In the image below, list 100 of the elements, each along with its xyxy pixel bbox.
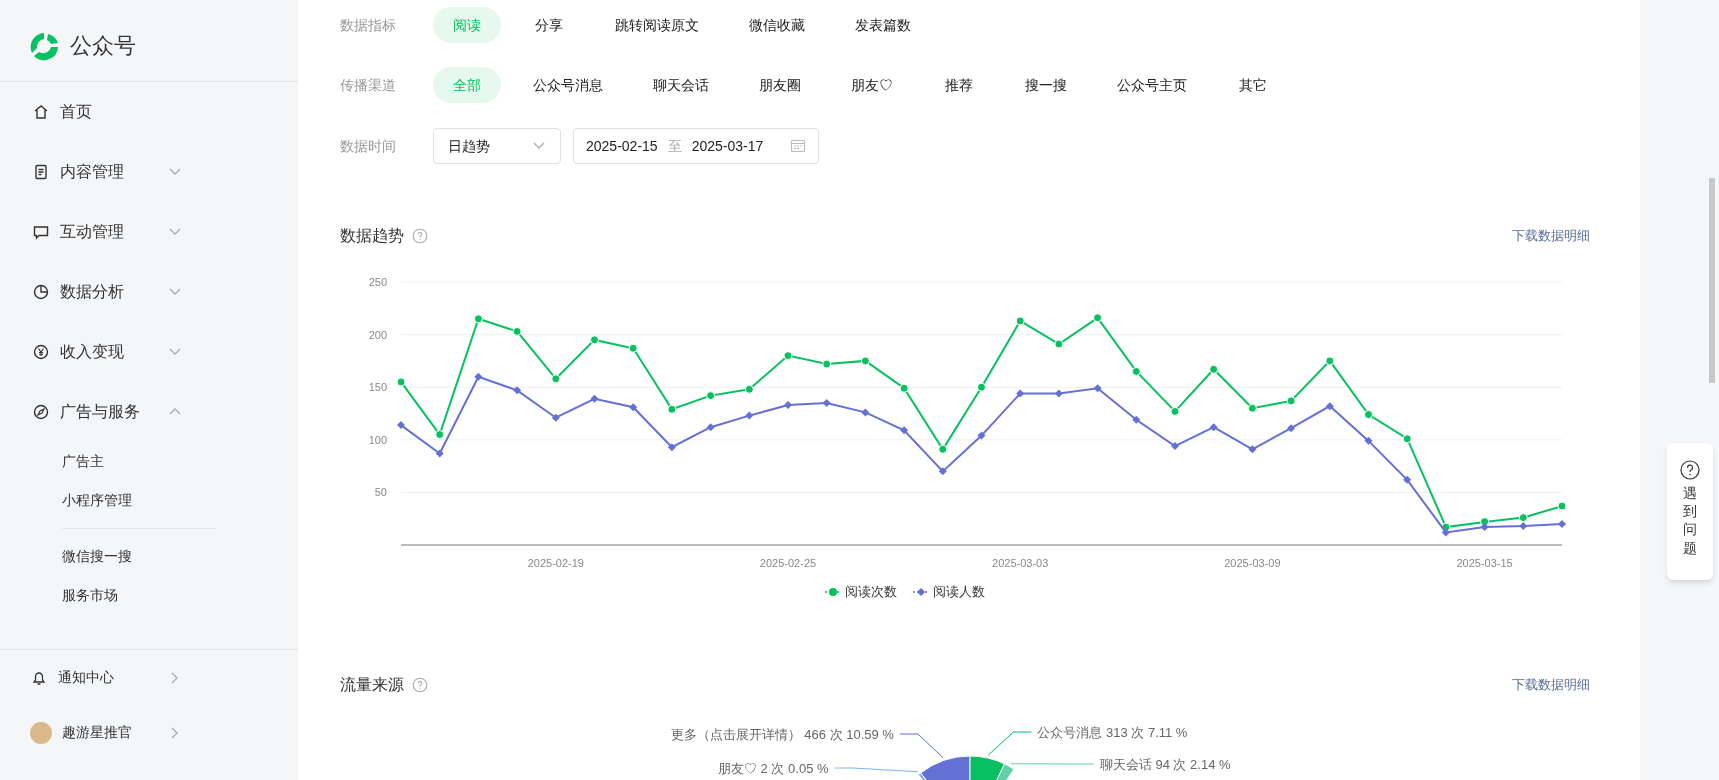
filter-option[interactable]: 微信收藏 [731, 7, 823, 43]
logo-icon [28, 30, 60, 61]
data-point [512, 326, 522, 336]
data-point [1054, 389, 1063, 398]
filter-option[interactable]: 分享 [515, 7, 583, 43]
speech-bubble-icon [32, 223, 50, 241]
data-point [744, 384, 754, 394]
legend-marker-icon [825, 585, 841, 598]
data-point [1441, 528, 1450, 537]
filter-option[interactable]: 聊天会话 [635, 67, 727, 103]
nav-item[interactable]: 通知中心 [0, 650, 298, 705]
filter-label: 数据指标 [340, 15, 397, 35]
section-title: 数据趋势 [340, 226, 404, 246]
help-icon [1680, 460, 1700, 480]
filter-option[interactable]: 跳转阅读原文 [597, 7, 717, 43]
data-point [977, 431, 986, 440]
data-point [435, 430, 445, 440]
data-point [590, 335, 599, 345]
data-point [1171, 442, 1179, 451]
data-point [1325, 356, 1335, 366]
data-point [706, 423, 715, 432]
filter-option[interactable]: 搜一搜 [1007, 67, 1085, 103]
leader-line [899, 733, 944, 758]
nav-subitem[interactable]: 微信搜一搜 [0, 537, 140, 576]
data-point [1364, 436, 1373, 445]
filter-option[interactable]: 推荐 [925, 67, 993, 103]
nav-subitem[interactable]: 广告主 [0, 442, 112, 481]
data-point [1054, 339, 1064, 349]
y-tick-label: 200 [368, 328, 387, 341]
download-link[interactable]: 下载数据明细 [1512, 226, 1590, 246]
nav-item[interactable]: 收入变现 [0, 322, 298, 382]
y-tick-label: 50 [374, 486, 387, 499]
data-point [1518, 513, 1528, 523]
x-tick-label: 2025-03-03 [992, 557, 1049, 569]
data-point [822, 359, 832, 369]
nav-item[interactable]: 趣游星推官 [0, 705, 298, 760]
filter-option[interactable]: 公众号主页 [1099, 67, 1205, 103]
filter-option[interactable]: 朋友♡ [833, 67, 911, 103]
y-tick-label: 250 [368, 276, 387, 288]
filter-option[interactable]: 公众号消息 [515, 67, 621, 103]
data-point [1248, 445, 1257, 454]
nav-subitem[interactable]: 小程序管理 [0, 481, 140, 520]
logo-text: 公众号 [70, 32, 136, 60]
y-tick-label: 150 [368, 381, 387, 394]
data-point [1403, 475, 1412, 484]
data-point [783, 351, 793, 361]
data-point [1557, 501, 1567, 511]
compass-icon [32, 403, 50, 421]
data-point [590, 394, 599, 403]
data-point [667, 404, 677, 414]
traffic-source-label[interactable]: 公众号消息 313 次 7.11 % [1037, 722, 1188, 742]
data-point [1480, 523, 1489, 532]
data-point [1170, 406, 1180, 416]
scrollbar-thumb[interactable] [1709, 178, 1715, 383]
trend-dropdown[interactable]: 日趋势 [433, 128, 561, 164]
traffic-source-label[interactable]: 朋友♡ 2 次 0.05 % [718, 758, 829, 778]
data-point [1364, 410, 1373, 420]
download-link[interactable]: 下载数据明细 [1512, 674, 1590, 695]
data-point [628, 343, 638, 353]
data-point [474, 372, 483, 381]
data-point [977, 382, 986, 392]
data-point [1016, 389, 1025, 398]
y-tick-label: 100 [368, 433, 387, 446]
filter-option[interactable]: 发表篇数 [837, 7, 929, 43]
filter-option[interactable]: 其它 [1219, 67, 1287, 103]
home-icon [32, 103, 50, 121]
data-point [822, 399, 831, 407]
data-point [551, 413, 560, 422]
x-tick-label: 2025-03-09 [1224, 557, 1281, 569]
date-range-field[interactable]: 2025-02-15 至 2025-03-17 [573, 128, 819, 164]
leader-line [987, 731, 1032, 756]
data-point [1209, 423, 1218, 432]
help-widget[interactable]: 遇到问题 [1667, 443, 1713, 580]
data-point [1209, 364, 1219, 374]
nav-item[interactable]: 广告与服务 [0, 382, 298, 442]
data-point [938, 467, 947, 476]
data-point [1287, 424, 1296, 433]
calendar-icon [790, 138, 806, 154]
nav-item[interactable]: 数据分析 [0, 262, 298, 322]
traffic-source-label[interactable]: 更多（点击展开详情） 466 次 10.59 % [670, 724, 894, 744]
data-point [938, 444, 948, 454]
data-point [1093, 384, 1102, 393]
nav-item[interactable]: 互动管理 [0, 202, 298, 262]
filter-option[interactable]: 朋友圈 [741, 67, 819, 103]
data-point [629, 403, 638, 412]
data-point [1286, 396, 1296, 406]
nav-item[interactable]: 首页 [0, 82, 298, 142]
avatar [30, 721, 52, 744]
nav-item[interactable]: 内容管理 [0, 142, 298, 202]
data-point [1132, 415, 1141, 424]
data-point [1402, 434, 1412, 444]
traffic-source-label[interactable]: 聊天会话 94 次 2.14 % [1099, 754, 1231, 774]
document-icon [32, 163, 50, 181]
nav-subitem[interactable]: 服务市场 [0, 576, 126, 615]
filter-label: 数据时间 [340, 136, 397, 156]
data-point [1247, 403, 1257, 413]
legend-item[interactable]: 阅读人数 [913, 582, 985, 602]
filter-label: 传播渠道 [340, 75, 397, 95]
legend-item[interactable]: 阅读次数 [825, 582, 897, 602]
x-tick-label: 2025-02-25 [759, 557, 817, 569]
